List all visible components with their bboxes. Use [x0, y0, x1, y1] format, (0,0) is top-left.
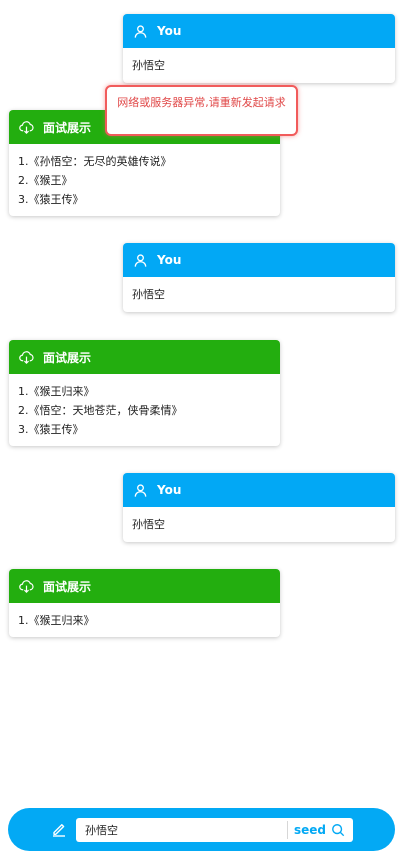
seed-button[interactable]: seed [288, 818, 353, 842]
chat-page: You 孙悟空 面试展示 1.《孙悟空：无尽的英雄传说》 2.《猴王》 3.《猿… [0, 0, 416, 856]
user-message-card: You 孙悟空 [123, 243, 395, 312]
search-box: seed [76, 818, 353, 842]
user-message-card: You 孙悟空 [123, 473, 395, 542]
user-message-text: 孙悟空 [132, 288, 165, 301]
user-message-text: 孙悟空 [132, 59, 165, 72]
bot-response-header: 面试展示 [9, 569, 280, 603]
response-line: 1.《猴王归来》 [18, 614, 95, 627]
user-message-author: You [157, 24, 182, 38]
search-input[interactable] [76, 818, 287, 842]
user-message-header: You [123, 243, 395, 277]
user-icon [133, 253, 148, 268]
response-line: 2.《猴王》 [18, 174, 73, 187]
response-line: 3.《猿王传》 [18, 193, 84, 206]
bot-response-body: 1.《猴王归来》 2.《悟空：天地苍茫，侠骨柔情》 3.《猿王传》 [9, 374, 280, 446]
cloud-download-icon [19, 120, 34, 135]
error-toast: 网络或服务器异常,请重新发起请求 [105, 85, 298, 136]
user-message-header: You [123, 14, 395, 48]
bot-response-card: 面试展示 1.《猴王归来》 [9, 569, 280, 637]
bot-response-body: 1.《孙悟空：无尽的英雄传说》 2.《猴王》 3.《猿王传》 [9, 144, 280, 216]
user-icon [133, 24, 148, 39]
user-message-card: You 孙悟空 [123, 14, 395, 83]
bot-response-body: 1.《猴王归来》 [9, 603, 280, 637]
user-message-author: You [157, 483, 182, 497]
user-message-text: 孙悟空 [132, 518, 165, 531]
bot-response-card: 面试展示 1.《猴王归来》 2.《悟空：天地苍茫，侠骨柔情》 3.《猿王传》 [9, 340, 280, 446]
response-line: 1.《孙悟空：无尽的英雄传说》 [18, 155, 172, 168]
cloud-download-icon [19, 350, 34, 365]
cloud-download-icon [19, 579, 34, 594]
user-message-header: You [123, 473, 395, 507]
edit-icon[interactable] [51, 821, 67, 837]
response-line: 1.《猴王归来》 [18, 385, 95, 398]
error-toast-message: 网络或服务器异常,请重新发起请求 [117, 96, 286, 109]
bot-response-header: 面试展示 [9, 340, 280, 374]
search-icon [331, 823, 345, 837]
user-message-author: You [157, 253, 182, 267]
bot-response-title: 面试展示 [43, 120, 92, 135]
user-icon [133, 483, 148, 498]
bot-response-title: 面试展示 [43, 350, 92, 365]
bottom-input-bar: seed [8, 808, 395, 851]
response-line: 2.《悟空：天地苍茫，侠骨柔情》 [18, 404, 183, 417]
bot-response-title: 面试展示 [43, 579, 92, 594]
response-line: 3.《猿王传》 [18, 423, 84, 436]
seed-button-label: seed [293, 823, 326, 837]
